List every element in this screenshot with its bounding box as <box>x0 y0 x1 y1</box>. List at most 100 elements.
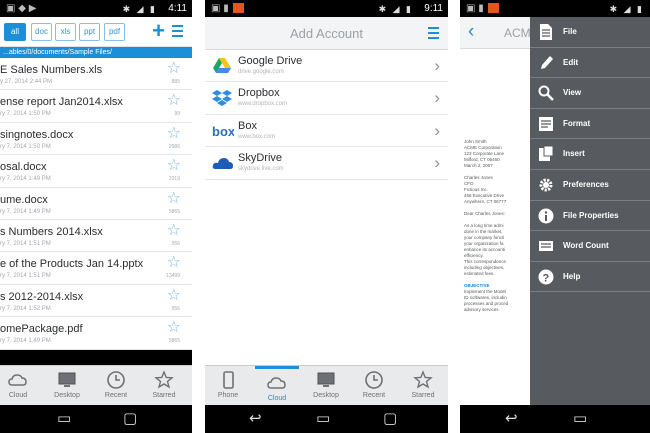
account-url: www.dropbox.com <box>238 101 288 108</box>
chevron-right-icon: › <box>434 153 440 173</box>
file-toolbar: all doc xls ppt pdf + <box>0 17 192 47</box>
tab-desktop[interactable]: Desktop <box>304 369 348 399</box>
star-icon[interactable]: ☆ <box>167 125 181 142</box>
file-size: 556 <box>171 240 180 247</box>
file-size: 2319 <box>168 176 180 183</box>
menu-item-insert[interactable]: Insert <box>530 139 650 170</box>
back-arrow-icon[interactable]: ‹ <box>468 22 474 41</box>
tab-desktop[interactable]: Desktop <box>45 369 89 399</box>
svg-text:?: ? <box>543 272 550 284</box>
file-row[interactable]: ume.docx ry 7, 2014 1:49 PM ☆ 5865 <box>0 187 192 220</box>
tab-label: Desktop <box>54 392 80 399</box>
filter-tab-ppt[interactable]: ppt <box>79 23 100 41</box>
account-row-dropbox[interactable]: Dropbox www.dropbox.com › <box>205 82 448 115</box>
tab-cloud[interactable]: Cloud <box>255 366 299 402</box>
status-bar: ▣ ▮ ✱ ◢ ▮ <box>460 0 650 17</box>
file-size: 885 <box>171 79 180 85</box>
document-body[interactable]: John Smith ACME Corporation 123 Corporate … <box>460 49 534 405</box>
file-name: osal.docx <box>0 161 47 174</box>
recents-button[interactable]: ▢ <box>383 411 397 426</box>
menu-item-file[interactable]: File <box>530 17 650 48</box>
status-bar: ▣ ▮ ✱ ◢ ▮ 9:11 <box>205 0 448 17</box>
home-button[interactable]: ▭ <box>57 411 71 426</box>
filter-tab-pdf[interactable]: pdf <box>104 23 125 41</box>
file-name: e of the Products Jan 14.pptx <box>0 258 144 271</box>
file-row[interactable]: omePackage.pdf ry 7, 2014 1:49 PM ☆ 5865 <box>0 317 192 350</box>
status-time: 4:11 <box>168 3 187 14</box>
google-drive-icon <box>212 57 232 75</box>
menu-item-help[interactable]: ? Help <box>530 262 650 293</box>
app-notification-icon <box>232 3 244 13</box>
file-size: 556 <box>171 305 180 312</box>
menu-item-view[interactable]: View <box>530 78 650 109</box>
filter-tab-all[interactable]: all <box>4 23 26 41</box>
monitor-icon <box>304 369 348 391</box>
system-nav-bar: ▭ ▢ <box>0 405 192 433</box>
menu-item-file-properties[interactable]: File Properties <box>530 201 650 232</box>
star-icon[interactable]: ☆ <box>167 287 181 304</box>
account-row-skydrive[interactable]: SkyDrive skydrive.live.com › <box>205 147 448 180</box>
file-row[interactable]: ense report Jan2014.xlsx ry 7, 2014 1:50 … <box>0 90 192 123</box>
menu-icon[interactable] <box>428 27 439 39</box>
box-icon: box <box>212 122 236 140</box>
star-icon[interactable]: ☆ <box>167 320 181 336</box>
dropbox-icon <box>212 89 232 107</box>
menu-item-label: View <box>563 88 582 98</box>
file-list: E Sales Numbers.xls y 27, 2014 2:44 PM ☆ 88… <box>0 58 192 350</box>
file-row[interactable]: s Numbers 2014.xlsx ry 7, 2014 1:51 PM ☆ 55… <box>0 219 192 253</box>
file-size: 13499 <box>166 273 180 280</box>
menu-icon[interactable] <box>172 25 183 37</box>
tab-label: Starred <box>411 392 435 399</box>
tab-cloud[interactable]: Cloud <box>0 369 40 399</box>
cloud-icon <box>255 372 299 394</box>
filter-tab-doc[interactable]: doc <box>31 23 52 41</box>
star-icon[interactable]: ☆ <box>167 61 181 77</box>
word-count-icon <box>538 237 554 255</box>
info-icon <box>538 207 554 225</box>
menu-item-preferences[interactable]: Preferences <box>530 170 650 201</box>
account-name: Dropbox <box>238 87 280 100</box>
home-button[interactable]: ▭ <box>316 411 330 426</box>
back-button[interactable]: ↩ <box>249 411 262 426</box>
account-name: Box <box>238 119 257 132</box>
signal-icons: ✱ ◢ ▮ <box>609 4 644 14</box>
add-icon[interactable]: + <box>152 20 165 42</box>
tab-phone[interactable]: Phone <box>206 369 250 399</box>
star-icon[interactable]: ☆ <box>167 222 181 239</box>
file-row[interactable]: E Sales Numbers.xls y 27, 2014 2:44 PM ☆ 88… <box>0 58 192 91</box>
star-icon[interactable]: ☆ <box>167 93 181 109</box>
menu-item-label: Word Count <box>563 241 609 251</box>
menu-item-edit[interactable]: Edit <box>530 48 650 79</box>
file-date: ry 7, 2014 1:50 PM <box>0 143 51 150</box>
file-row[interactable]: s 2012-2014.xlsx ry 7, 2014 1:52 PM ☆ 556 <box>0 284 192 318</box>
menu-item-word-count[interactable]: Word Count <box>530 231 650 262</box>
star-icon[interactable]: ☆ <box>167 255 181 271</box>
tab-recent[interactable]: Recent <box>94 369 138 399</box>
chevron-right-icon: › <box>434 88 440 108</box>
file-date: ry 7, 2014 1:49 PM <box>0 176 51 183</box>
account-row-google-drive[interactable]: Google Drive drive.google.com › <box>205 50 448 83</box>
tab-label: Cloud <box>267 395 287 402</box>
tab-starred[interactable]: Starred <box>401 369 445 399</box>
side-menu: File Edit View Format Insert Preferences File … <box>530 17 650 405</box>
tab-recent[interactable]: Recent <box>352 369 396 399</box>
menu-item-label: Preferences <box>563 179 609 189</box>
star-icon[interactable]: ☆ <box>167 190 181 207</box>
account-url: drive.google.com <box>238 69 284 75</box>
menu-item-format[interactable]: Format <box>530 109 650 140</box>
file-name: E Sales Numbers.xls <box>0 64 103 76</box>
back-button[interactable]: ↩ <box>505 411 518 426</box>
menu-item-label: Format <box>563 118 591 128</box>
star-icon[interactable]: ☆ <box>167 158 181 174</box>
account-row-box[interactable]: box Box www.box.com › <box>205 115 448 148</box>
file-row[interactable]: e of the Products Jan 14.pptx ry 7, 2014 … <box>0 252 192 285</box>
file-row[interactable]: osal.docx ry 7, 2014 1:49 PM ☆ 2319 <box>0 155 192 188</box>
file-row[interactable]: singnotes.docx ry 7, 2014 1:50 PM ☆ 2986 <box>0 122 192 156</box>
add-account-screen: ▣ ▮ ✱ ◢ ▮ 9:11 Add Account Google Drive d… <box>205 0 448 433</box>
home-button[interactable]: ▭ <box>573 411 587 426</box>
tab-starred[interactable]: Starred <box>142 369 186 399</box>
file-date: ry 7, 2014 1:49 PM <box>0 338 51 345</box>
star-icon <box>142 369 186 391</box>
filter-tab-xls[interactable]: xls <box>55 23 76 41</box>
recents-button[interactable]: ▢ <box>123 411 137 426</box>
